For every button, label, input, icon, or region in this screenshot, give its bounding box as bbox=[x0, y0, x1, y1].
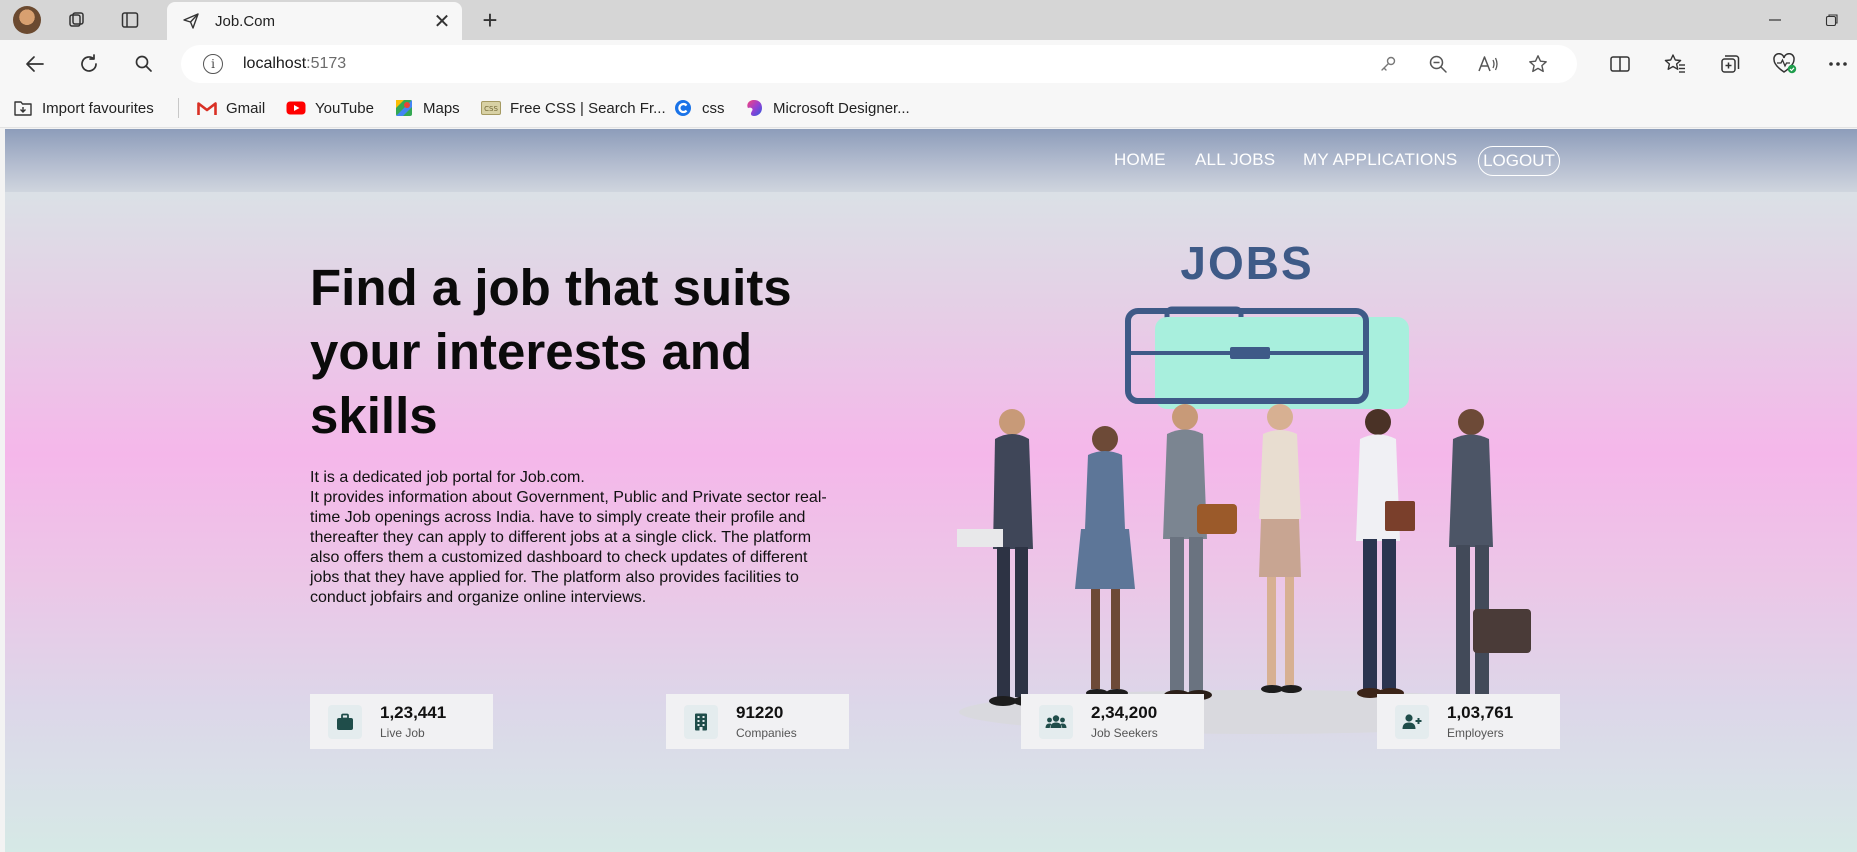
person-figure bbox=[1356, 409, 1415, 698]
person-figure bbox=[957, 409, 1041, 706]
user-plus-icon bbox=[1395, 704, 1429, 739]
bookmark-gmail[interactable]: Gmail bbox=[197, 96, 265, 120]
favorites-icon[interactable] bbox=[1658, 48, 1692, 80]
tab-actions-icon[interactable] bbox=[116, 6, 144, 34]
collections-icon[interactable] bbox=[1713, 48, 1747, 80]
building-icon bbox=[684, 704, 718, 739]
zoom-out-icon[interactable] bbox=[1421, 45, 1455, 83]
health-icon[interactable] bbox=[1768, 48, 1802, 80]
workspaces-icon[interactable] bbox=[63, 6, 91, 34]
stat-card-live-job: 1,23,441 Live Job bbox=[310, 694, 493, 749]
designer-icon bbox=[744, 99, 764, 117]
key-icon[interactable] bbox=[1371, 45, 1405, 83]
stat-card-job-seekers: 2,34,200 Job Seekers bbox=[1021, 694, 1204, 749]
users-icon bbox=[1039, 704, 1073, 739]
search-icon[interactable] bbox=[127, 48, 161, 80]
job-portal-page: HOME ALL JOBS MY APPLICATIONS LOGOUT Fin… bbox=[5, 129, 1857, 852]
nav-home-link[interactable]: HOME bbox=[1114, 150, 1166, 170]
briefcase-icon bbox=[1125, 306, 1409, 409]
url-text[interactable]: localhost:5173 bbox=[243, 55, 346, 73]
tab-title: Job.Com bbox=[215, 12, 276, 30]
bookmarks-bar: Import favourites Gmail YouTube Maps CSS… bbox=[0, 88, 1857, 128]
person-figure bbox=[1259, 404, 1302, 693]
person-figure bbox=[1163, 404, 1237, 700]
bookmark-css[interactable]: css bbox=[673, 96, 725, 120]
bookmark-free-css[interactable]: CSS Free CSS | Search Fr... bbox=[481, 96, 666, 120]
more-icon[interactable] bbox=[1821, 48, 1855, 80]
address-bar[interactable]: i localhost:5173 bbox=[181, 45, 1577, 83]
back-icon[interactable] bbox=[18, 48, 52, 80]
stat-value: 91220 bbox=[736, 702, 784, 722]
read-aloud-icon[interactable] bbox=[1471, 45, 1505, 83]
briefcase-icon bbox=[328, 704, 362, 739]
svg-text:CSS: CSS bbox=[484, 105, 498, 113]
site-navbar: HOME ALL JOBS MY APPLICATIONS LOGOUT bbox=[5, 129, 1857, 192]
gmail-icon bbox=[197, 99, 217, 117]
send-icon bbox=[181, 11, 201, 31]
jobs-logo-text: JOBS bbox=[1180, 237, 1313, 289]
import-icon bbox=[13, 99, 33, 117]
maps-icon bbox=[394, 99, 414, 117]
browser-toolbar: i localhost:5173 bbox=[0, 40, 1857, 88]
stat-card-companies: 91220 Companies bbox=[666, 694, 849, 749]
stat-label: Live Job bbox=[380, 725, 425, 740]
bookmark-maps[interactable]: Maps bbox=[394, 96, 460, 120]
jobs-illustration: JOBS bbox=[957, 237, 1559, 734]
browser-tab-bar: Job.Com ✕ + bbox=[0, 0, 1857, 40]
nav-my-applications-link[interactable]: MY APPLICATIONS bbox=[1303, 150, 1457, 170]
hero-description: It is a dedicated job portal for Job.com… bbox=[310, 469, 827, 606]
profile-avatar[interactable] bbox=[13, 6, 41, 34]
logout-button[interactable]: LOGOUT bbox=[1478, 146, 1560, 176]
css-site-icon: CSS bbox=[481, 99, 501, 117]
stat-value: 1,23,441 bbox=[380, 702, 447, 722]
close-icon[interactable]: ✕ bbox=[428, 7, 456, 35]
active-tab[interactable]: Job.Com ✕ bbox=[167, 2, 462, 40]
split-screen-icon[interactable] bbox=[1603, 48, 1637, 80]
stat-label: Companies bbox=[736, 725, 797, 740]
youtube-icon bbox=[286, 99, 306, 117]
minimize-icon[interactable] bbox=[1755, 4, 1795, 36]
css-icon bbox=[673, 99, 693, 117]
stat-value: 2,34,200 bbox=[1091, 702, 1158, 722]
restore-icon[interactable] bbox=[1812, 4, 1852, 36]
bookmark-youtube[interactable]: YouTube bbox=[286, 96, 374, 120]
bookmark-microsoft-designer[interactable]: Microsoft Designer... bbox=[744, 96, 910, 120]
hero-title: Find a job that suits your interests and… bbox=[310, 259, 792, 444]
person-figure bbox=[1075, 426, 1135, 697]
refresh-icon[interactable] bbox=[72, 48, 106, 80]
star-icon[interactable] bbox=[1521, 45, 1555, 83]
person-figure bbox=[1449, 409, 1531, 704]
nav-all-jobs-link[interactable]: ALL JOBS bbox=[1195, 150, 1275, 170]
stat-label: Job Seekers bbox=[1091, 725, 1158, 740]
stat-label: Employers bbox=[1447, 725, 1504, 740]
bookmark-separator bbox=[178, 98, 179, 118]
plus-icon[interactable]: + bbox=[474, 5, 506, 35]
stat-value: 1,03,761 bbox=[1447, 702, 1514, 722]
stat-card-employers: 1,03,761 Employers bbox=[1377, 694, 1560, 749]
bookmark-import-favourites[interactable]: Import favourites bbox=[13, 96, 154, 120]
info-icon[interactable]: i bbox=[203, 54, 223, 74]
